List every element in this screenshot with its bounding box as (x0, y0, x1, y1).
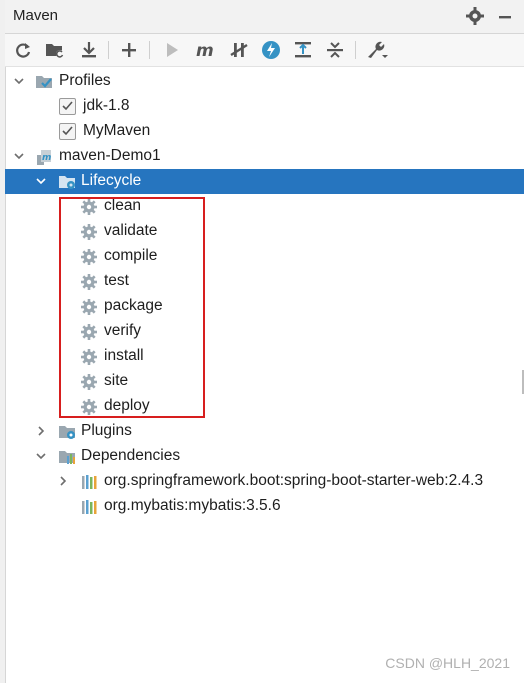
run-icon[interactable] (160, 38, 184, 62)
toolbar-separator (355, 41, 356, 59)
tree-node-profiles[interactable]: Profiles (5, 69, 524, 94)
profile-label: jdk-1.8 (83, 97, 130, 114)
wrench-settings-icon[interactable] (365, 38, 389, 62)
library-icon (82, 500, 97, 514)
tree-node-label: Profiles (59, 72, 111, 89)
tree-node-label: Dependencies (81, 447, 181, 464)
dependency-item[interactable]: org.mybatis:mybatis:3.5.6 (5, 494, 524, 519)
lifecycle-folder-icon (59, 176, 75, 189)
chevron-down-icon[interactable] (35, 450, 47, 462)
tree-node-lifecycle[interactable]: Lifecycle (5, 169, 524, 194)
download-icon[interactable] (77, 38, 101, 62)
library-icon (82, 475, 97, 489)
tree-node-label: Lifecycle (81, 172, 142, 189)
chevron-right-icon[interactable] (57, 475, 69, 487)
chevron-right-icon[interactable] (35, 425, 47, 437)
annotation-highlight-box (59, 197, 205, 418)
profile-checkbox[interactable] (59, 98, 76, 115)
gear-icon[interactable] (465, 6, 485, 30)
execute-maven-goal-icon[interactable]: m (194, 38, 218, 62)
tool-window-header: Maven (5, 0, 524, 34)
show-dependencies-icon[interactable] (291, 38, 315, 62)
tree-node-label: Plugins (81, 422, 132, 439)
tree-node-dependencies[interactable]: Dependencies (5, 444, 524, 469)
toolbar-separator (108, 41, 109, 59)
dependency-label: org.springframework.boot:spring-boot-sta… (104, 472, 484, 489)
profile-checkbox[interactable] (59, 123, 76, 140)
plugins-folder-icon (59, 426, 75, 439)
toggle-offline-icon[interactable] (227, 38, 251, 62)
minimize-icon[interactable] (497, 9, 513, 29)
profile-label: MyMaven (83, 122, 151, 139)
chevron-down-icon[interactable] (13, 150, 25, 162)
tree-node-label: maven-Demo1 (59, 147, 161, 164)
collapse-all-icon[interactable] (323, 38, 347, 62)
dependency-label: org.mybatis:mybatis:3.5.6 (104, 497, 281, 514)
tree-node-plugins[interactable]: Plugins (5, 419, 524, 444)
watermark: CSDN @HLH_2021 (385, 655, 510, 671)
add-icon[interactable] (117, 38, 141, 62)
toolbar-separator (149, 41, 150, 59)
profiles-folder-icon (36, 76, 52, 88)
checkmark-icon (62, 126, 73, 136)
skip-tests-icon[interactable] (259, 38, 283, 62)
svg-text:m: m (196, 41, 214, 59)
maven-toolbar: m (5, 34, 524, 67)
profile-item[interactable]: MyMaven (5, 119, 524, 144)
tree-node-project[interactable]: m maven-Demo1 (5, 144, 524, 169)
generate-sources-icon[interactable] (43, 38, 67, 62)
reload-icon[interactable] (11, 38, 35, 62)
chevron-down-icon[interactable] (13, 75, 25, 87)
dependencies-folder-icon (59, 451, 75, 464)
tool-window-title: Maven (13, 7, 59, 24)
dependency-item[interactable]: org.springframework.boot:spring-boot-sta… (5, 469, 524, 494)
profile-item[interactable]: jdk-1.8 (5, 94, 524, 119)
svg-text:m: m (42, 153, 51, 163)
checkmark-icon (62, 101, 73, 111)
maven-project-icon: m (37, 150, 51, 165)
chevron-down-icon[interactable] (35, 175, 47, 187)
